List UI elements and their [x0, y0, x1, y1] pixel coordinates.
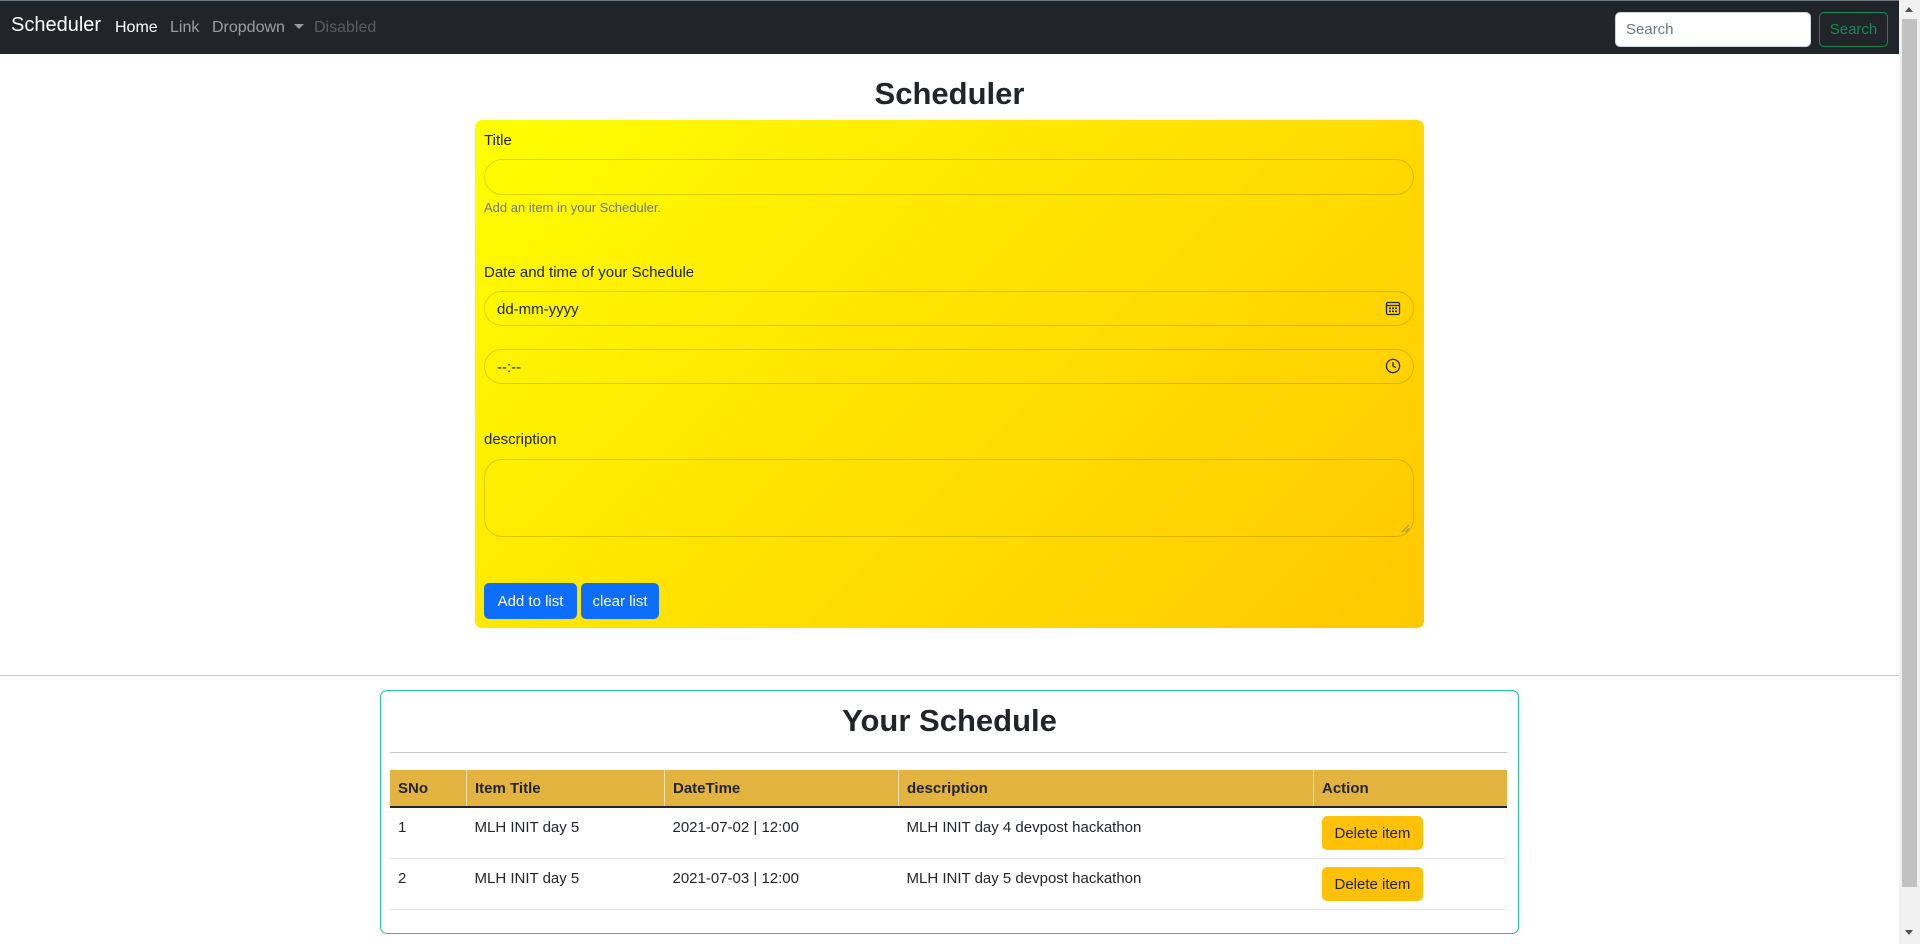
nav-link-link[interactable]: Link	[170, 19, 199, 37]
schedule-table: SNo Item Title DateTime description Acti…	[390, 770, 1507, 910]
clock-icon[interactable]	[1385, 358, 1401, 374]
column-header-item-title: Item Title	[466, 770, 665, 808]
nav-link-home[interactable]: Home	[115, 19, 158, 37]
column-header-action: Action	[1313, 770, 1507, 808]
cell-sno: 1	[390, 807, 467, 859]
delete-item-button[interactable]: Delete item	[1321, 867, 1424, 901]
calendar-icon[interactable]	[1385, 300, 1401, 316]
column-header-datetime: DateTime	[664, 770, 899, 808]
search-input[interactable]	[1615, 12, 1811, 47]
schedule-rule	[390, 752, 1507, 753]
scroll-up-arrow-icon[interactable]	[1905, 7, 1913, 12]
nav-dropdown-label: Dropdown	[212, 19, 285, 36]
datetime-label: Date and time of your Schedule	[484, 264, 695, 281]
clear-list-button[interactable]: clear list	[581, 583, 659, 619]
cell-action: Delete item	[1313, 858, 1507, 910]
cell-title-text: MLH INIT day 5	[474, 818, 580, 836]
date-input[interactable]: dd-mm-yyyy	[484, 291, 1414, 326]
cell-title: MLH INIT day 5	[466, 858, 665, 910]
cell-sno-text: 2	[398, 869, 407, 887]
cell-description: MLH INIT day 5 devpost hackathon	[898, 858, 1314, 910]
caret-down-icon	[293, 24, 304, 29]
resize-grip-icon[interactable]	[1401, 524, 1410, 533]
cell-datetime-text: 2021-07-02 | 12:00	[672, 818, 800, 836]
cell-sno-text: 1	[398, 818, 407, 836]
vertical-scrollbar[interactable]	[1899, 0, 1920, 944]
title-label: Title	[484, 132, 512, 149]
cell-title: MLH INIT day 5	[466, 807, 665, 859]
cell-description: MLH INIT day 4 devpost hackathon	[898, 807, 1314, 859]
schedule-panel: Your Schedule SNo Item Title DateTime de…	[380, 690, 1519, 934]
scrollbar-thumb[interactable]	[1902, 19, 1917, 887]
page-title: Scheduler	[874, 76, 1025, 111]
title-input[interactable]	[484, 159, 1414, 195]
time-input[interactable]: --:--	[484, 349, 1414, 384]
table-header-row: SNo Item Title DateTime description Acti…	[390, 770, 1507, 808]
column-header-description: description	[898, 770, 1314, 808]
cell-datetime: 2021-07-02 | 12:00	[664, 807, 899, 859]
cell-datetime: 2021-07-03 | 12:00	[664, 858, 899, 910]
schedule-title: Your Schedule	[842, 703, 1057, 738]
title-help-text: Add an item in your Scheduler.	[484, 200, 662, 215]
date-placeholder: dd-mm-yyyy	[497, 301, 579, 318]
nav-dropdown-toggle[interactable]: Dropdown	[212, 19, 304, 37]
cell-sno: 2	[390, 858, 467, 910]
add-to-list-button[interactable]: Add to list	[484, 583, 577, 619]
time-placeholder: --:--	[497, 359, 522, 376]
navbar-brand[interactable]: Scheduler	[11, 14, 101, 37]
cell-title-text: MLH INIT day 5	[474, 869, 580, 887]
navbar: Scheduler Home Link Dropdown Disabled Se…	[0, 0, 1899, 54]
schedule-form: Title Add an item in your Scheduler. Dat…	[475, 120, 1424, 628]
table-row: 2 MLH INIT day 5 2021-07-03 | 12:00 MLH …	[390, 858, 1507, 910]
description-textarea[interactable]	[484, 459, 1414, 537]
table-row: 1 MLH INIT day 5 2021-07-02 | 12:00 MLH …	[390, 807, 1507, 859]
column-header-sno: SNo	[390, 770, 467, 808]
section-divider	[0, 675, 1899, 676]
description-label: description	[484, 431, 557, 448]
search-button[interactable]: Search	[1819, 12, 1888, 47]
scroll-down-arrow-icon[interactable]	[1905, 930, 1913, 935]
nav-link-disabled: Disabled	[314, 19, 377, 36]
cell-datetime-text: 2021-07-03 | 12:00	[672, 869, 800, 887]
cell-action: Delete item	[1313, 807, 1507, 859]
cell-description-text: MLH INIT day 4 devpost hackathon	[906, 818, 1142, 836]
cell-description-text: MLH INIT day 5 devpost hackathon	[906, 869, 1142, 887]
delete-item-button[interactable]: Delete item	[1321, 816, 1424, 850]
